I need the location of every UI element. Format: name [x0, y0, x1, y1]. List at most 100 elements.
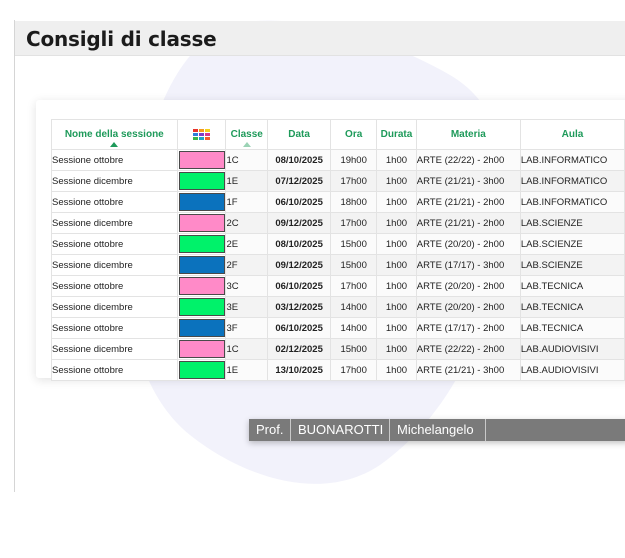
- time-cell: 14h00: [330, 317, 378, 339]
- table-row[interactable]: Sessione ottobre 2E 08/10/2025 15h00 1h00 ART…: [51, 233, 625, 255]
- title-bar: Consigli di classe: [15, 21, 625, 56]
- session-color: [176, 338, 227, 360]
- session-color: [176, 170, 227, 192]
- table-row[interactable]: Sessione ottobre 3C 06/10/2025 17h00 1h00 ART…: [51, 275, 625, 297]
- page-title: Consigli di classe: [26, 27, 217, 51]
- col-header-aula[interactable]: Aula: [519, 119, 625, 150]
- color-grid-icon: [193, 128, 211, 140]
- date-cell: 08/10/2025: [266, 149, 332, 171]
- subject-cell: ARTE (17/17) - 2h00: [415, 317, 521, 339]
- table-row[interactable]: Sessione dicembre 1E 07/12/2025 17h00 1h00 AR…: [51, 170, 625, 192]
- session-name: Sessione ottobre: [51, 359, 178, 381]
- table-row[interactable]: Sessione dicembre 2F 09/12/2025 15h00 1h00 AR…: [51, 254, 625, 276]
- table-header-row: Nome della sessione Classe Data Ora Dura…: [51, 119, 625, 150]
- session-name: Sessione ottobre: [51, 233, 178, 255]
- date-cell: 08/10/2025: [266, 233, 332, 255]
- time-cell: 17h00: [330, 170, 378, 192]
- sort-ascending-icon: [110, 142, 119, 147]
- sessions-table: Nome della sessione Classe Data Ora Dura…: [51, 119, 625, 381]
- time-cell: 17h00: [330, 212, 378, 234]
- duration-cell: 1h00: [376, 317, 417, 339]
- subject-cell: ARTE (21/21) - 3h00: [415, 359, 521, 381]
- room-cell: LAB.AUDIOVISIVI: [519, 359, 625, 381]
- duration-cell: 1h00: [376, 338, 417, 360]
- color-swatch: [178, 340, 225, 358]
- col-header-nome[interactable]: Nome della sessione: [51, 119, 178, 150]
- time-cell: 19h00: [330, 149, 378, 171]
- date-cell: 03/12/2025: [266, 296, 332, 318]
- subject-cell: ARTE (21/21) - 2h00: [415, 191, 521, 213]
- class-cell: 1E: [225, 170, 268, 192]
- time-cell: 17h00: [330, 359, 378, 381]
- table-row[interactable]: Sessione dicembre 3E 03/12/2025 14h00 1h00 AR…: [51, 296, 625, 318]
- class-cell: 1C: [225, 149, 268, 171]
- room-cell: LAB.SCIENZE: [519, 254, 625, 276]
- date-cell: 02/12/2025: [266, 338, 332, 360]
- col-header-durata[interactable]: Durata: [376, 119, 417, 150]
- color-swatch: [178, 298, 225, 316]
- date-cell: 07/12/2025: [266, 170, 332, 192]
- session-name: Sessione dicembre: [51, 212, 178, 234]
- color-swatch: [178, 193, 225, 211]
- subject-cell: ARTE (22/22) - 2h00: [415, 149, 521, 171]
- date-cell: 09/12/2025: [266, 212, 332, 234]
- color-swatch: [178, 277, 225, 295]
- duration-cell: 1h00: [376, 170, 417, 192]
- time-cell: 18h00: [330, 191, 378, 213]
- duration-cell: 1h00: [376, 212, 417, 234]
- table-row[interactable]: Sessione ottobre 3F 06/10/2025 14h00 1h00 ART…: [51, 317, 625, 339]
- class-cell: 2C: [225, 212, 268, 234]
- col-header-colore[interactable]: [176, 119, 227, 150]
- time-cell: 17h00: [330, 275, 378, 297]
- duration-cell: 1h00: [376, 149, 417, 171]
- room-cell: LAB.AUDIOVISIVI: [519, 338, 625, 360]
- class-cell: 1E: [225, 359, 268, 381]
- color-swatch: [178, 172, 225, 190]
- room-cell: LAB.TECNICA: [519, 317, 625, 339]
- color-swatch: [178, 151, 225, 169]
- col-header-materia[interactable]: Materia: [415, 119, 521, 150]
- class-cell: 3E: [225, 296, 268, 318]
- color-swatch: [178, 319, 225, 337]
- subject-cell: ARTE (20/20) - 2h00: [415, 275, 521, 297]
- date-cell: 06/10/2025: [266, 317, 332, 339]
- time-cell: 14h00: [330, 296, 378, 318]
- room-cell: LAB.TECNICA: [519, 275, 625, 297]
- room-cell: LAB.SCIENZE: [519, 212, 625, 234]
- session-name: Sessione ottobre: [51, 149, 178, 171]
- color-swatch: [178, 256, 225, 274]
- table-row[interactable]: Sessione ottobre 1F 06/10/2025 18h00 1h00 ART…: [51, 191, 625, 213]
- subject-cell: ARTE (17/17) - 3h00: [415, 254, 521, 276]
- session-color: [176, 359, 227, 381]
- table-row[interactable]: Sessione dicembre 1C 02/12/2025 15h00 1h00 AR…: [51, 338, 625, 360]
- room-cell: LAB.INFORMATICO: [519, 191, 625, 213]
- session-name: Sessione dicembre: [51, 296, 178, 318]
- room-cell: LAB.SCIENZE: [519, 233, 625, 255]
- room-cell: LAB.INFORMATICO: [519, 149, 625, 171]
- class-cell: 2F: [225, 254, 268, 276]
- col-header-data[interactable]: Data: [266, 119, 332, 150]
- sort-secondary-icon: [242, 142, 251, 147]
- class-cell: 1C: [225, 338, 268, 360]
- table-row[interactable]: Sessione dicembre 2C 09/12/2025 17h00 1h00 AR…: [51, 212, 625, 234]
- duration-cell: 1h00: [376, 254, 417, 276]
- table-row[interactable]: Sessione ottobre 1E 13/10/2025 17h00 1h00 ART…: [51, 359, 625, 381]
- teacher-name: Michelangelo: [390, 419, 486, 441]
- table-body: Sessione ottobre 1C 08/10/2025 19h00 1h00 ART…: [51, 149, 625, 381]
- room-cell: LAB.INFORMATICO: [519, 170, 625, 192]
- class-cell: 3C: [225, 275, 268, 297]
- teacher-surname: BUONAROTTI: [291, 419, 390, 441]
- class-cell: 1F: [225, 191, 268, 213]
- session-color: [176, 254, 227, 276]
- col-header-classe[interactable]: Classe: [225, 119, 268, 150]
- session-color: [176, 149, 227, 171]
- color-swatch: [178, 235, 225, 253]
- session-name: Sessione dicembre: [51, 170, 178, 192]
- table-row[interactable]: Sessione ottobre 1C 08/10/2025 19h00 1h00 ART…: [51, 149, 625, 171]
- date-cell: 09/12/2025: [266, 254, 332, 276]
- room-cell: LAB.TECNICA: [519, 296, 625, 318]
- col-header-ora[interactable]: Ora: [330, 119, 378, 150]
- duration-cell: 1h00: [376, 233, 417, 255]
- subject-cell: ARTE (22/22) - 2h00: [415, 338, 521, 360]
- session-color: [176, 275, 227, 297]
